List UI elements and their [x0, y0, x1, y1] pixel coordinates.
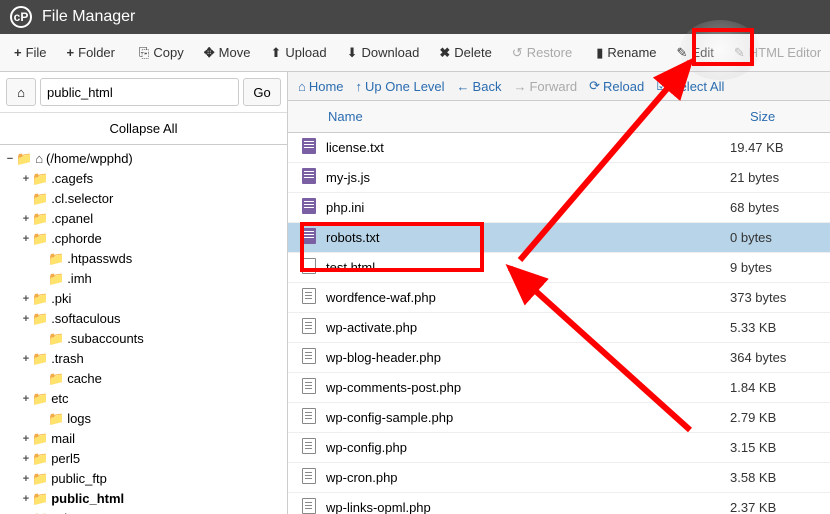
tree-item[interactable]: +📁.cphorde [0, 229, 287, 249]
tree-item[interactable]: +📁.softaculous [0, 309, 287, 329]
document-icon [302, 168, 316, 184]
collapse-all-button[interactable]: Collapse All [0, 113, 287, 145]
restore-icon: ↺ [512, 45, 523, 61]
download-button[interactable]: ⬇Download [337, 39, 430, 67]
tree-item[interactable]: +📁.pki [0, 289, 287, 309]
php-file-icon [302, 438, 316, 454]
tree-item[interactable]: +📁perl5 [0, 449, 287, 469]
back-icon: ← [457, 79, 470, 94]
file-row[interactable]: wp-activate.php5.33 KB [288, 313, 830, 343]
php-file-icon [302, 288, 316, 304]
new-file-button[interactable]: +File [4, 39, 57, 66]
copy-button[interactable]: ⎘Copy [129, 39, 194, 67]
nav-forward[interactable]: →Forward [513, 79, 577, 94]
document-icon [302, 198, 316, 214]
nav-home[interactable]: ⌂Home [298, 79, 344, 94]
tree-item[interactable]: +📁public_html [0, 489, 287, 509]
go-button[interactable]: Go [243, 78, 281, 106]
tree-item[interactable]: 📁.htpasswds [0, 249, 287, 269]
app-title: File Manager [42, 8, 135, 26]
file-row[interactable]: my-js.js21 bytes [288, 163, 830, 193]
html-file-icon [302, 258, 316, 274]
tree-item[interactable]: +📁mail [0, 429, 287, 449]
tree-item[interactable]: +📁.cagefs [0, 169, 287, 189]
file-row[interactable]: wp-config-sample.php2.79 KB [288, 403, 830, 433]
reload-icon: ⟳ [589, 78, 600, 94]
file-row[interactable]: wordfence-waf.php373 bytes [288, 283, 830, 313]
document-icon [302, 228, 316, 244]
move-button[interactable]: ✥Move [194, 39, 261, 67]
php-file-icon [302, 408, 316, 424]
php-file-icon [302, 348, 316, 364]
tree-item[interactable]: 📁.cl.selector [0, 189, 287, 209]
tree-item[interactable]: +📁public_ftp [0, 469, 287, 489]
tree-item[interactable]: 📁cache [0, 369, 287, 389]
home-icon: ⌂ [298, 79, 306, 94]
content-pane: ⌂Home ↑Up One Level ←Back →Forward ⟳Relo… [288, 72, 830, 514]
tree-item[interactable]: +📁ssl [0, 509, 287, 514]
main-toolbar: +File +Folder ⎘Copy ✥Move ⬆Upload ⬇Downl… [0, 34, 830, 72]
tree-root[interactable]: −📁⌂(/home/wpphd) [0, 149, 287, 169]
file-list: license.txt19.47 KBmy-js.js21 bytesphp.i… [288, 133, 830, 514]
file-row[interactable]: wp-config.php3.15 KB [288, 433, 830, 463]
html-editor-button[interactable]: ✎HTML Editor [724, 39, 830, 67]
cpanel-logo: cP [10, 6, 32, 28]
download-icon: ⬇ [347, 45, 358, 61]
copy-icon: ⎘ [139, 45, 149, 61]
file-row[interactable]: wp-blog-header.php364 bytes [288, 343, 830, 373]
restore-button[interactable]: ↺Restore [502, 39, 582, 67]
col-name-header[interactable]: Name [288, 101, 740, 132]
tree-item[interactable]: 📁logs [0, 409, 287, 429]
nav-up[interactable]: ↑Up One Level [356, 79, 445, 94]
php-file-icon [302, 498, 316, 514]
tree-item[interactable]: +📁.trash [0, 349, 287, 369]
php-file-icon [302, 378, 316, 394]
up-icon: ↑ [356, 79, 363, 94]
php-file-icon [302, 468, 316, 484]
path-input[interactable] [40, 78, 239, 106]
rename-icon: ▮ [596, 45, 603, 61]
upload-button[interactable]: ⬆Upload [260, 39, 336, 67]
file-row[interactable]: wp-cron.php3.58 KB [288, 463, 830, 493]
nav-back[interactable]: ←Back [457, 79, 502, 94]
tree-item[interactable]: 📁.imh [0, 269, 287, 289]
edit-button[interactable]: ✎Edit [667, 39, 724, 67]
nav-reload[interactable]: ⟳Reload [589, 78, 644, 94]
app-header: cP File Manager [0, 0, 830, 34]
sidebar: ⌂ Go Collapse All −📁⌂(/home/wpphd) +📁.ca… [0, 72, 288, 514]
pencil-icon: ✎ [677, 45, 688, 61]
tree-item[interactable]: +📁etc [0, 389, 287, 409]
forward-icon: → [513, 79, 526, 94]
nav-bar: ⌂Home ↑Up One Level ←Back →Forward ⟳Relo… [288, 72, 830, 101]
file-row[interactable]: test.html9 bytes [288, 253, 830, 283]
nav-select-all[interactable]: ☑Select All [656, 78, 724, 94]
file-row[interactable]: robots.txt0 bytes [288, 223, 830, 253]
html-editor-icon: ✎ [734, 45, 745, 61]
delete-button[interactable]: ✖Delete [429, 39, 501, 67]
php-file-icon [302, 318, 316, 334]
col-size-header[interactable]: Size [740, 101, 830, 132]
file-row[interactable]: license.txt19.47 KB [288, 133, 830, 163]
tree-item[interactable]: +📁.cpanel [0, 209, 287, 229]
rename-button[interactable]: ▮Rename [586, 39, 666, 67]
upload-icon: ⬆ [270, 45, 281, 61]
list-header: Name Size [288, 101, 830, 133]
select-all-icon: ☑ [656, 78, 668, 94]
new-folder-button[interactable]: +Folder [57, 39, 125, 66]
file-row[interactable]: wp-comments-post.php1.84 KB [288, 373, 830, 403]
tree-item[interactable]: 📁.subaccounts [0, 329, 287, 349]
file-row[interactable]: php.ini68 bytes [288, 193, 830, 223]
file-row[interactable]: wp-links-opml.php2.37 KB [288, 493, 830, 514]
home-icon: ⌂ [17, 85, 25, 100]
document-icon [302, 138, 316, 154]
folder-tree: −📁⌂(/home/wpphd) +📁.cagefs📁.cl.selector+… [0, 145, 287, 514]
home-path-button[interactable]: ⌂ [6, 78, 36, 106]
